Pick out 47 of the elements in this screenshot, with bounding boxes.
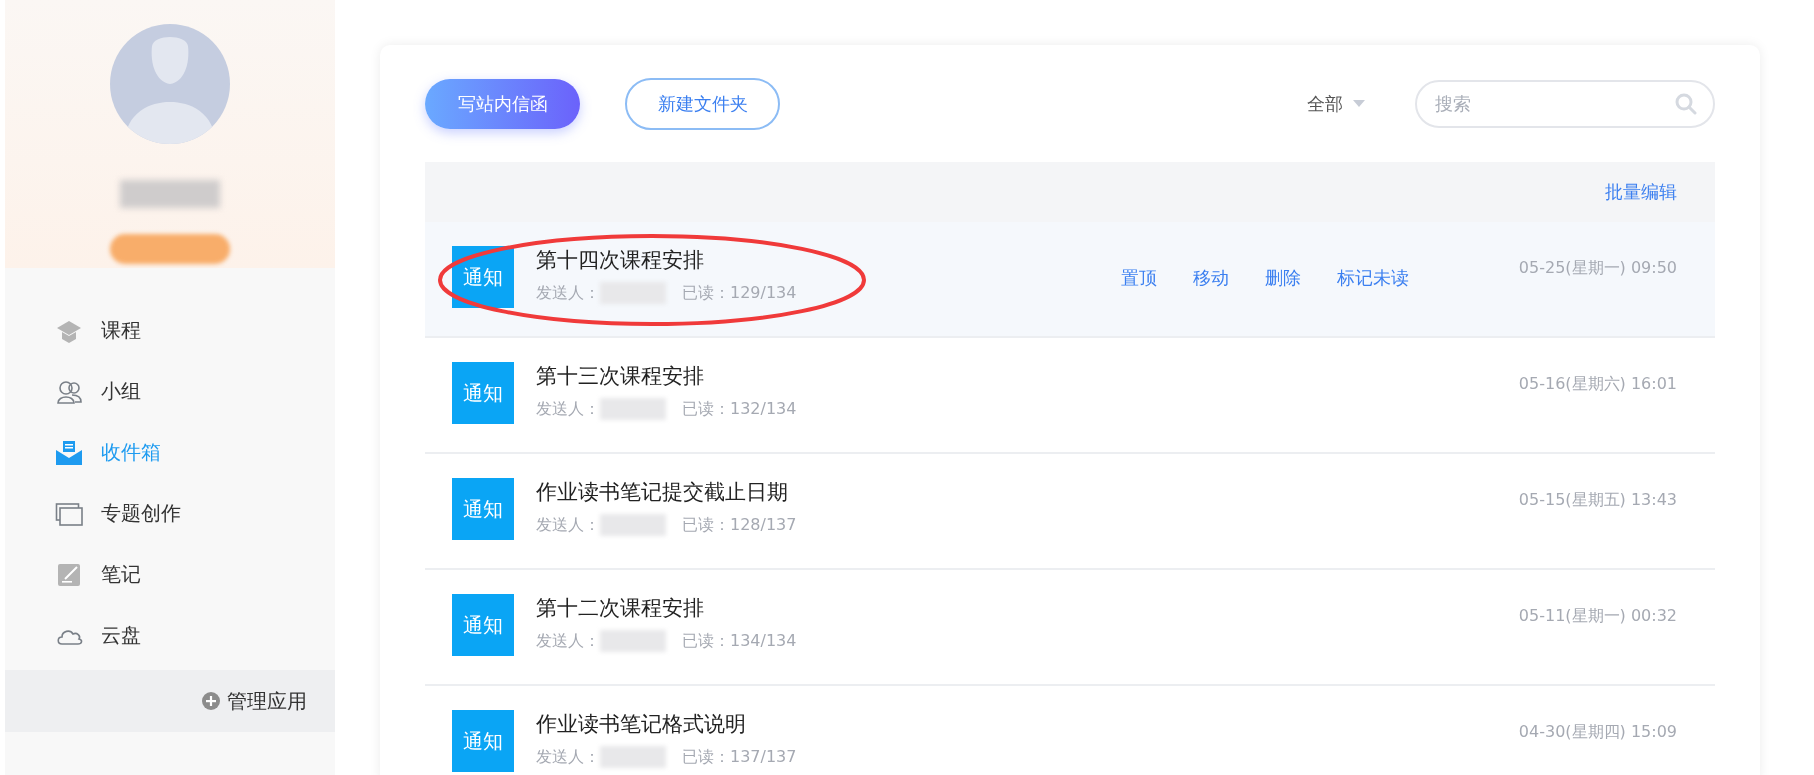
search-field[interactable]: 搜索 [1415,79,1715,128]
sender-label: 发送人： [536,398,600,420]
sender-label: 发送人： [536,746,600,768]
message-date: 05-15(星期五) 13:43 [1518,490,1677,511]
caret-icon [1353,100,1365,107]
action-link[interactable]: 置顶 [1121,266,1157,290]
envelope-icon [55,438,83,467]
sidebar-item[interactable]: 云盘 [5,605,335,666]
sender-label: 发送人： [536,514,600,536]
notice-badge: 通知 [452,362,514,424]
action-link[interactable]: 标记未读 [1337,266,1409,290]
message-title: 第十四次课程安排 [536,247,705,274]
batch-edit-link[interactable]: 批量编辑 [1605,180,1677,204]
message-title: 作业读书笔记提交截止日期 [536,479,789,506]
message-title: 第十三次课程安排 [536,363,705,390]
plus-icon [201,691,221,711]
search-icon [1675,92,1697,115]
manage-apps-button[interactable]: 管理应用 [201,687,307,715]
read-count: 已读：128/137 [682,514,797,536]
message-title: 第十二次课程安排 [536,595,705,622]
message-date: 05-25(星期一) 09:50 [1518,258,1677,279]
read-count: 已读：137/137 [682,746,797,768]
sender-label: 发送人： [536,282,600,304]
notice-badge: 通知 [452,710,514,772]
read-count: 已读：132/134 [682,398,797,420]
message-date: 05-16(星期六) 16:01 [1518,374,1677,395]
filter-dropdown[interactable]: 全部 [1307,91,1365,116]
sender-label: 发送人： [536,630,600,652]
message-row[interactable]: 通知 第十二次课程安排 发送人： 已读：134/134 05-11(星期一) 00:32 [425,570,1715,686]
message-title: 作业读书笔记格式说明 [536,711,747,738]
message-row[interactable]: 通知 作业读书笔记提交截止日期 发送人： 已读：128/137 05-15(星期五) 13:43 [425,454,1715,570]
sidebar-item[interactable]: 课程 [5,300,335,361]
new-folder-button[interactable]: 新建文件夹 [625,77,780,130]
sidebar-item[interactable]: 笔记 [5,544,335,605]
sidebar-item[interactable]: 专题创作 [5,483,335,544]
read-count: 已读：129/134 [682,282,797,304]
sidebar-item[interactable]: 小组 [5,361,335,422]
message-row[interactable]: 通知 作业读书笔记格式说明 发送人： 已读：137/137 04-30(星期四) 15:09 [425,686,1715,775]
message-date: 04-30(星期四) 15:09 [1518,722,1677,743]
action-link[interactable]: 移动 [1193,266,1229,290]
message-row[interactable]: 通知 第十三次课程安排 发送人： 已读：132/134 05-16(星期六) 16:01 [425,338,1715,454]
action-link[interactable]: 删除 [1265,266,1301,290]
notice-badge: 通知 [452,594,514,656]
read-count: 已读：134/134 [682,630,797,652]
message-date: 05-11(星期一) 00:32 [1518,606,1677,627]
message-row[interactable]: 通知 第十四次课程安排 发送人： 已读：129/134 置顶 移动 删除 标记未读 05-25(星期一) 09:50 [425,222,1715,338]
notice-badge: 通知 [452,478,514,540]
